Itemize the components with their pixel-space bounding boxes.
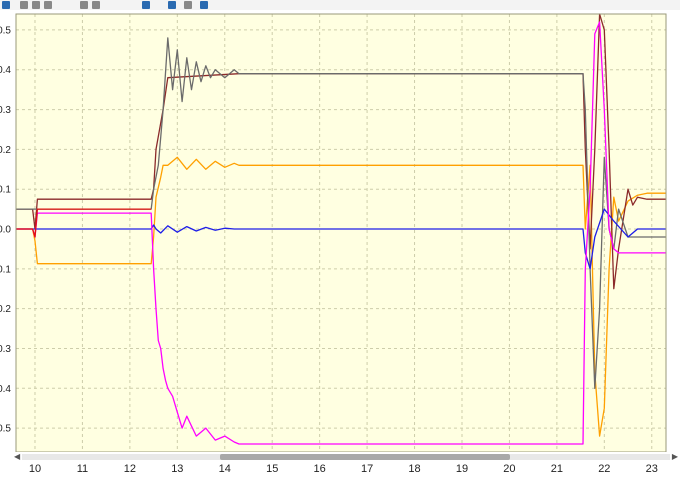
y-tick-label: 0.4 bbox=[0, 65, 11, 76]
y-tick-label: 0.3 bbox=[0, 344, 11, 355]
plot-background bbox=[16, 14, 666, 452]
y-tick-label: 0.5 bbox=[0, 25, 11, 36]
y-tick-label: 0.3 bbox=[0, 105, 11, 116]
y-axis-ticks: 0.5 0.4 0.3 0.2 0.1 0.0 0.1 0.2 0.3 0.4 0.5 bbox=[0, 25, 11, 434]
x-tick-label: 16 bbox=[314, 463, 326, 475]
x-tick-label: 17 bbox=[361, 463, 373, 475]
x-axis-ticks: 10 11 12 13 14 15 16 17 18 19 20 21 22 23 bbox=[29, 463, 658, 475]
line-chart: 0.5 0.4 0.3 0.2 0.1 0.0 0.1 0.2 0.3 0.4 0.5 bbox=[0, 13, 667, 452]
y-tick-label: 0.1 bbox=[0, 185, 11, 196]
x-tick-label: 18 bbox=[408, 463, 420, 475]
x-tick-label: 12 bbox=[124, 463, 136, 475]
x-tick-label: 15 bbox=[266, 463, 278, 475]
x-tick-label: 22 bbox=[598, 463, 610, 475]
y-tick-label: 0.0 bbox=[0, 225, 11, 236]
x-tick-label: 20 bbox=[503, 463, 515, 475]
scroll-right-icon[interactable]: ▶ bbox=[672, 452, 678, 462]
y-tick-label: 0.2 bbox=[0, 145, 11, 156]
scroll-left-icon[interactable]: ◀ bbox=[14, 452, 20, 462]
x-tick-label: 23 bbox=[646, 463, 658, 475]
horizontal-scrollbar[interactable]: ◀ ▶ bbox=[14, 452, 678, 462]
x-tick-label: 13 bbox=[171, 463, 183, 475]
y-tick-label: 0.4 bbox=[0, 384, 11, 395]
y-tick-label: 0.2 bbox=[0, 304, 11, 315]
x-tick-label: 19 bbox=[456, 463, 468, 475]
scroll-thumb[interactable] bbox=[220, 454, 510, 460]
x-tick-label: 11 bbox=[77, 463, 88, 475]
x-tick-label: 14 bbox=[219, 463, 231, 475]
y-tick-label: 0.5 bbox=[0, 424, 11, 435]
y-tick-label: 0.1 bbox=[0, 264, 11, 275]
x-tick-label: 10 bbox=[29, 463, 41, 475]
x-tick-label: 21 bbox=[551, 463, 563, 475]
